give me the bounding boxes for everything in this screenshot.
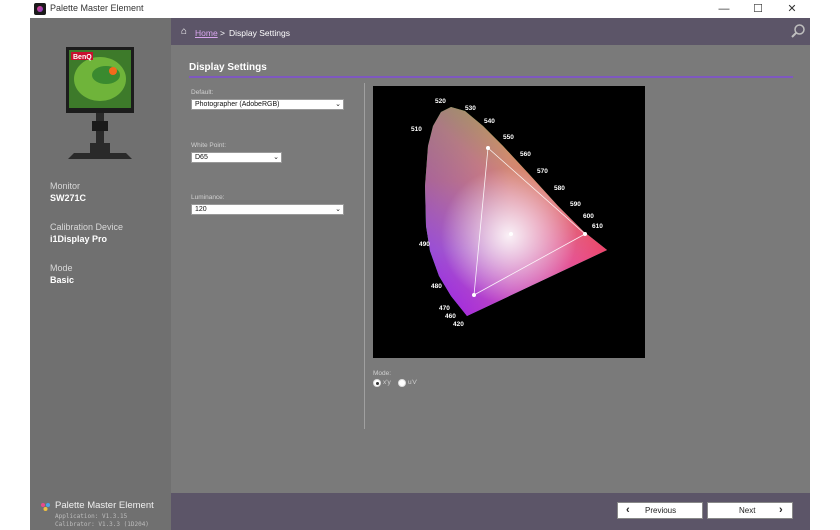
breadcrumb-current: Display Settings (229, 28, 290, 38)
monitor-brand: BenQ (73, 54, 92, 61)
calibration-device-value: i1Display Pro (50, 234, 108, 244)
chart-mode-label: Mode: (373, 370, 392, 377)
chevron-down-icon: ⌄ (335, 101, 341, 108)
wavelength-label-550: 550 (503, 134, 514, 141)
cie-diagram: 520 530 540 510 550 560 570 580 590 600 610 490 480 4… (373, 86, 645, 358)
wavelength-label-560: 560 (520, 151, 531, 158)
chevron-left-icon: ‹ (626, 504, 630, 516)
monitor-label: Monitor (50, 181, 81, 191)
title-bar: Palette Master Element — ☐ ✕ (0, 0, 840, 18)
palette-logo-icon (41, 503, 50, 511)
default-label: Default: (191, 89, 214, 96)
mode-xy-label: x'y (383, 379, 391, 386)
mode-uv-label: u'v' (408, 379, 418, 386)
next-label: Next (739, 506, 756, 515)
default-select[interactable]: Photographer (AdobeRGB) ⌄ (191, 99, 344, 110)
wavelength-label-480: 480 (431, 283, 442, 290)
chevron-down-icon: ⌄ (335, 206, 341, 213)
wavelength-label-610: 610 (592, 223, 603, 230)
app-icon (34, 3, 46, 15)
maximize-button[interactable]: ☐ (748, 1, 768, 17)
wavelength-label-580: 580 (554, 185, 565, 192)
previous-button[interactable]: ‹ Previous (617, 502, 703, 519)
main-content: Display Settings Default: Photographer (… (171, 45, 810, 493)
home-icon[interactable]: ⌂ (181, 26, 187, 37)
mode-xy-radio[interactable] (373, 379, 381, 387)
wavelength-label-520: 520 (435, 98, 446, 105)
gamut-red-point (583, 232, 587, 236)
chevron-right-icon: › (779, 504, 783, 516)
title-divider (189, 76, 793, 78)
brand-name: Palette Master Element (55, 500, 154, 511)
page-title: Display Settings (189, 62, 267, 73)
wavelength-label-540: 540 (484, 118, 495, 125)
mode-value: Basic (50, 275, 75, 285)
monitor-value: SW271C (50, 193, 87, 203)
wavelength-label-530: 530 (465, 105, 476, 112)
wavelength-label-490: 490 (419, 241, 430, 248)
calibration-device-label: Calibration Device (50, 222, 124, 232)
default-select-value: Photographer (AdobeRGB) (195, 101, 280, 108)
chevron-down-icon: ⌄ (273, 154, 279, 161)
breadcrumb-separator: > (220, 28, 225, 38)
wavelength-label-510: 510 (411, 126, 422, 133)
white-point-marker (509, 232, 513, 236)
next-button[interactable]: Next › (707, 502, 793, 519)
breadcrumb-home-link[interactable]: Home (195, 28, 218, 38)
wavelength-label-600: 600 (583, 213, 594, 220)
wavelength-label-570: 570 (537, 168, 548, 175)
search-icon[interactable] (790, 23, 806, 39)
mode-uv-radio[interactable] (398, 379, 406, 387)
wavelength-label-590: 590 (570, 201, 581, 208)
white-point-label: White Point: (191, 142, 227, 149)
window-title: Palette Master Element (50, 3, 144, 13)
previous-label: Previous (645, 506, 677, 515)
mode-label: Mode (50, 263, 73, 273)
white-point-select-value: D65 (195, 154, 208, 161)
minimize-button[interactable]: — (714, 1, 734, 17)
header-bar: ⌂ Home > Display Settings (171, 18, 810, 45)
wavelength-label-470: 470 (439, 305, 450, 312)
vertical-divider (364, 83, 365, 429)
sidebar: BenQ Monitor SW271C Calibration Device i… (30, 18, 171, 530)
gamut-blue-point (472, 293, 476, 297)
footer-bar: ‹ Previous Next › (171, 493, 810, 530)
calibrator-version: Calibrator: V1.3.3 (1D204) (55, 521, 149, 528)
cie-diagram-svg: 520 530 540 510 550 560 570 580 590600 610 490 480 4… (411, 98, 607, 328)
application-version: Application: V1.3.15 (55, 513, 128, 520)
monitor-image: BenQ (66, 47, 134, 159)
close-button[interactable]: ✕ (782, 1, 802, 17)
luminance-select[interactable]: 120 ⌄ (191, 204, 344, 215)
gamut-green-point (486, 146, 490, 150)
wavelength-label-460: 460 (445, 313, 456, 320)
luminance-select-value: 120 (195, 206, 207, 213)
white-point-select[interactable]: D65 ⌄ (191, 152, 282, 163)
luminance-label: Luminance: (191, 194, 225, 201)
wavelength-label-420: 420 (453, 321, 464, 328)
